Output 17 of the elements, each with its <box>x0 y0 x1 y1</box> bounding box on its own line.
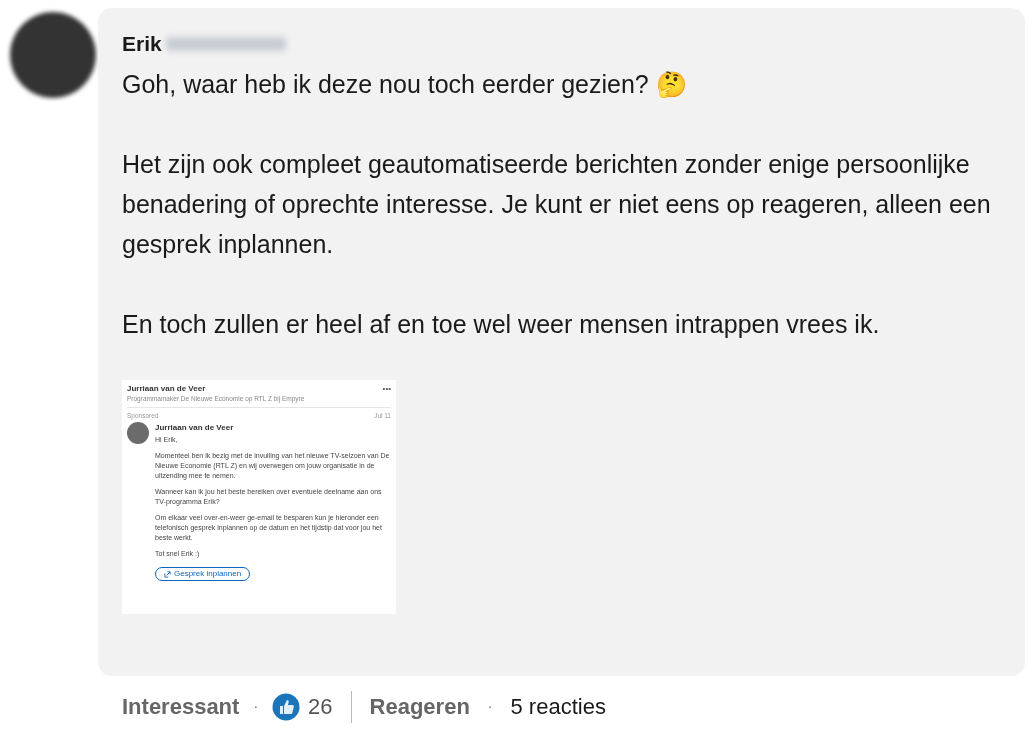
poster-name: Jurriaan van de Veer <box>127 382 207 394</box>
reply-link[interactable]: Reageren <box>369 690 470 723</box>
thumbs-up-icon <box>272 692 301 721</box>
comment-paragraph: Het zijn ook compleet geautomatiseerde berichten zonder enige persoonlijke benadering of oprechte interesse. Je kunt er niet eens op reageren, alleen een gesprek inplannen. <box>122 148 992 260</box>
replies-count-link[interactable]: 5 reacties <box>510 690 606 723</box>
link-icon <box>164 570 171 578</box>
screenshot-attachment[interactable] <box>122 379 396 614</box>
reaction-count: 26 <box>308 693 333 721</box>
more-icon[interactable]: ••• <box>382 382 391 395</box>
comment-paragraph: En toch zullen er heel af en toe wel weer mensen intrappen vrees ik. <box>122 308 881 340</box>
reaction-link[interactable]: Interessant <box>122 690 240 723</box>
author-name[interactable]: Erik <box>122 28 162 60</box>
separator-dot: · <box>253 697 259 716</box>
sender-name: Jurriaan van de Veer <box>155 422 235 434</box>
separator-dot: · <box>487 697 493 716</box>
sender-avatar <box>127 422 149 445</box>
comment-paragraph: Goh, waar heb ik deze nou toch eerder gezien? 🤔 <box>122 68 688 100</box>
